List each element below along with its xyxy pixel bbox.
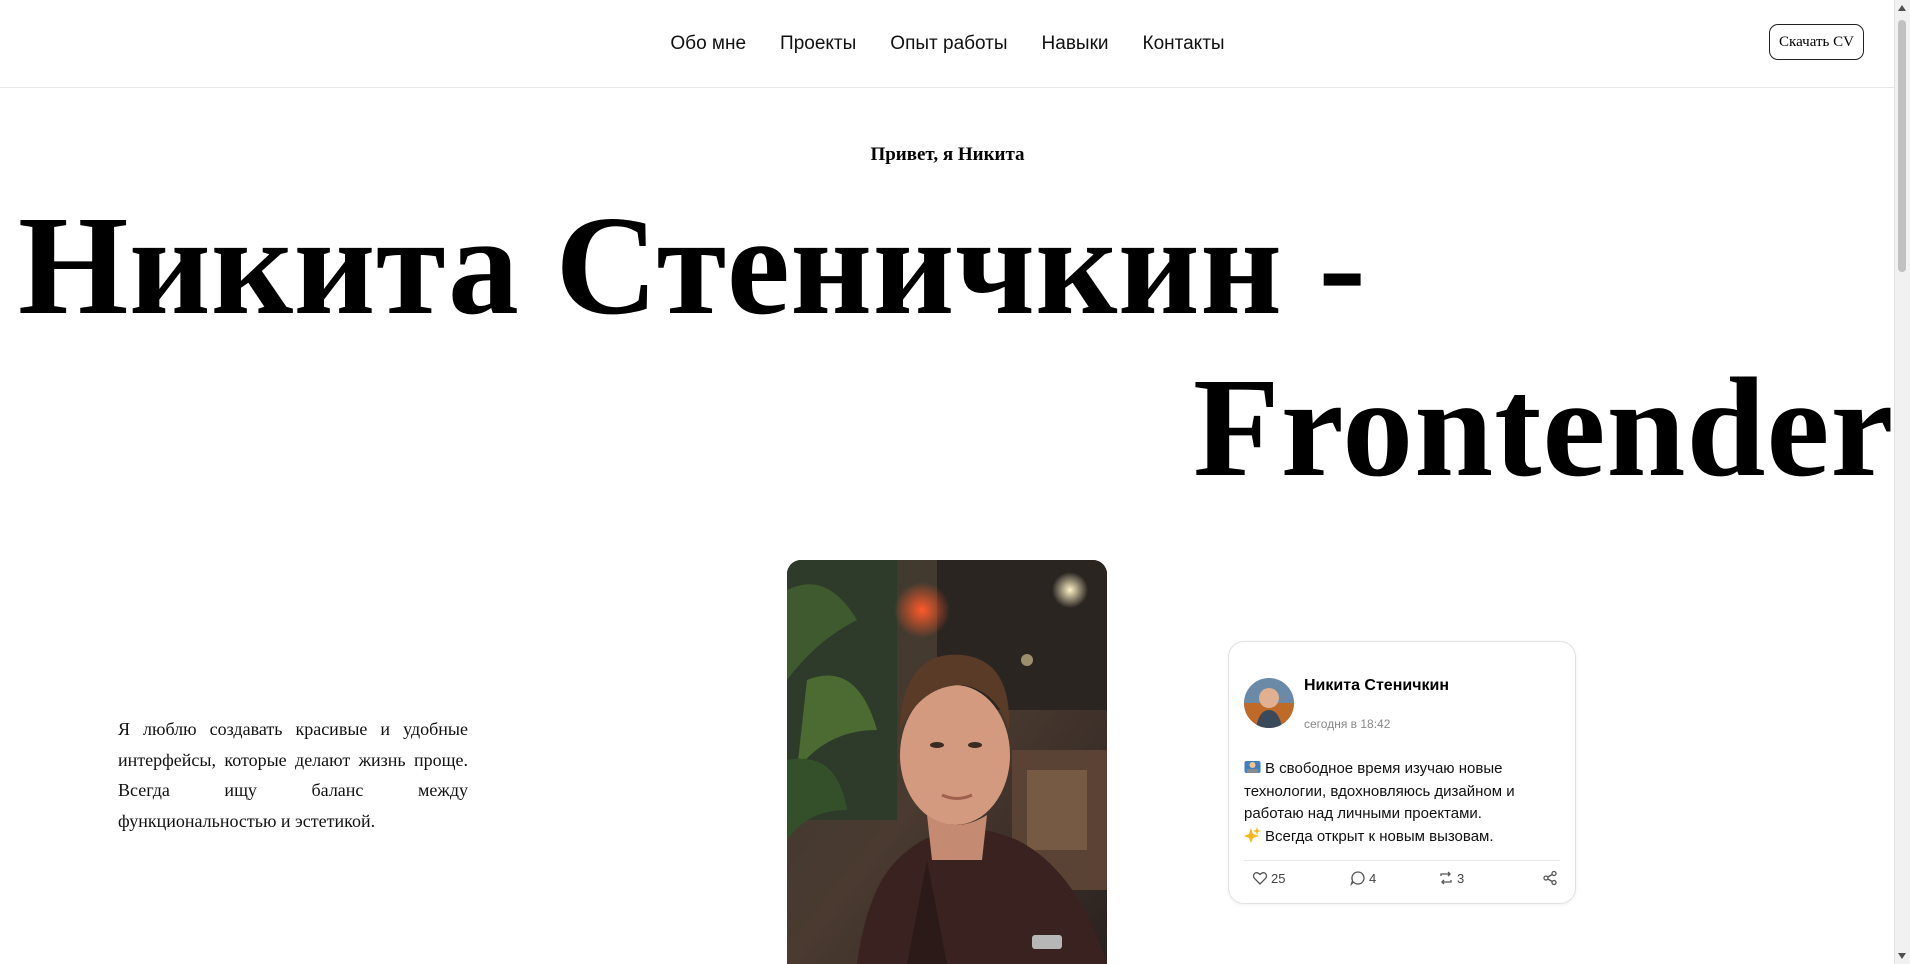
comment-icon (1350, 871, 1365, 886)
repost-button[interactable]: 3 (1438, 870, 1464, 886)
profile-photo (787, 560, 1107, 964)
repost-count: 3 (1457, 870, 1465, 886)
post-line-2: Всегда открыт к новым вызовам. (1265, 827, 1494, 845)
nav-item-skills[interactable]: Навыки (1042, 33, 1109, 55)
technologist-emoji-icon (1244, 761, 1261, 773)
comment-button[interactable]: 4 (1350, 870, 1376, 886)
heart-icon (1252, 872, 1268, 885)
post-body: В свободное время изучаю новые технологи… (1244, 758, 1564, 848)
like-button[interactable]: 25 (1252, 870, 1285, 886)
post-divider (1244, 860, 1560, 861)
top-navbar: Обо мне Проекты Опыт работы Навыки Конта… (0, 0, 1895, 88)
avatar[interactable] (1244, 678, 1294, 728)
post-author[interactable]: Никита Стеничкин (1304, 677, 1449, 695)
about-text: Я люблю создавать красивые и удобные инт… (118, 719, 468, 831)
sparkles-emoji-icon (1244, 826, 1261, 843)
comment-count: 4 (1369, 870, 1377, 886)
hero-title-line2: Frontender (1193, 348, 1895, 506)
repost-icon (1440, 871, 1452, 885)
post-timestamp: сегодня в 18:42 (1304, 717, 1391, 731)
nav-item-projects[interactable]: Проекты (780, 33, 856, 55)
download-cv-button[interactable]: Скачать CV (1769, 24, 1864, 60)
like-count: 25 (1271, 870, 1286, 886)
nav-item-contacts[interactable]: Контакты (1143, 33, 1225, 55)
share-button[interactable] (1542, 870, 1558, 886)
post-line-1: В свободное время изучаю новые технологи… (1244, 760, 1515, 822)
scroll-down-icon[interactable] (1898, 953, 1906, 959)
hero-title-line1: Никита Стеничкин - (18, 186, 1367, 344)
nav-links: Обо мне Проекты Опыт работы Навыки Конта… (0, 0, 1895, 87)
social-post-card: Никита Стеничкин сегодня в 18:42 В свобо… (1228, 641, 1576, 904)
scroll-up-icon[interactable] (1898, 5, 1906, 11)
page-scrollbar[interactable] (1894, 0, 1910, 964)
scroll-thumb[interactable] (1898, 20, 1906, 272)
nav-item-experience[interactable]: Опыт работы (890, 33, 1007, 55)
post-actions: 25 4 3 (1252, 870, 1565, 890)
nav-item-about[interactable]: Обо мне (670, 33, 746, 55)
hero-greeting: Привет, я Никита (870, 144, 1025, 165)
share-icon (1543, 870, 1557, 886)
